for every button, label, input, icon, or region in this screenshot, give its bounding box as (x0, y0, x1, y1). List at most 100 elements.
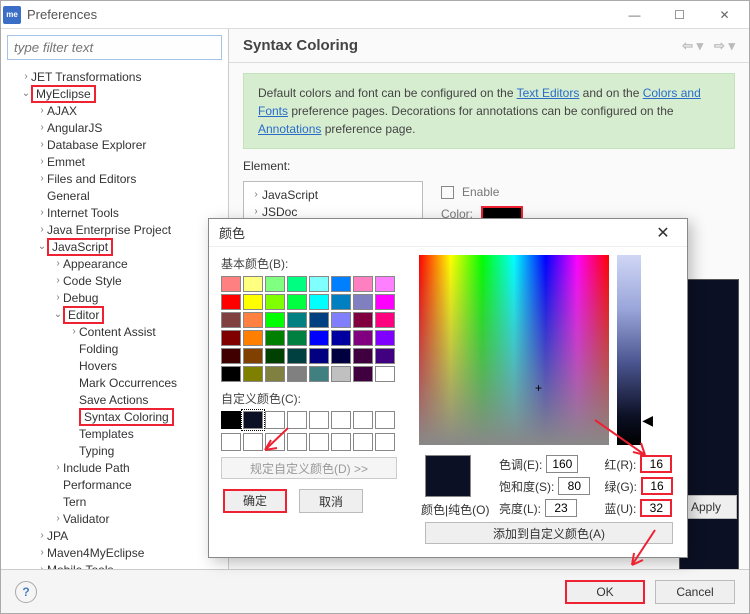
color-swatch-item[interactable] (243, 312, 263, 328)
color-swatch-item[interactable] (221, 276, 241, 292)
preference-tree[interactable]: ›JET Transformations⌄MyEclipse›AJAX›Angu… (1, 66, 228, 569)
hue-input[interactable] (546, 455, 578, 473)
color-swatch-item[interactable] (309, 276, 329, 292)
add-custom-button[interactable]: 添加到自定义颜色(A) (425, 522, 673, 544)
color-swatch-item[interactable] (353, 312, 373, 328)
color-swatch-item[interactable] (375, 312, 395, 328)
color-swatch-item[interactable] (243, 294, 263, 310)
tree-item[interactable]: Typing (5, 442, 228, 459)
custom-colors-row2[interactable] (221, 433, 407, 451)
color-swatch-item[interactable] (221, 294, 241, 310)
color-swatch-item[interactable] (221, 366, 241, 382)
color-dialog-close-icon[interactable]: ✕ (649, 223, 677, 243)
ok-button[interactable]: OK (565, 580, 645, 604)
color-swatch-item[interactable] (265, 330, 285, 346)
tree-item[interactable]: Syntax Coloring (5, 408, 228, 425)
basic-colors-grid[interactable] (221, 276, 407, 382)
color-swatch-item[interactable] (221, 348, 241, 364)
red-input[interactable] (640, 455, 672, 473)
color-swatch-item[interactable] (287, 330, 307, 346)
color-swatch-item[interactable] (287, 366, 307, 382)
color-swatch-item[interactable] (331, 276, 351, 292)
green-input[interactable] (641, 477, 673, 495)
help-icon[interactable]: ? (15, 581, 37, 603)
color-swatch-item[interactable] (265, 312, 285, 328)
link-annotations[interactable]: Annotations (258, 122, 321, 136)
cancel-button[interactable]: Cancel (655, 580, 735, 604)
color-swatch-item[interactable] (331, 366, 351, 382)
color-swatch-item[interactable] (375, 366, 395, 382)
tree-item[interactable]: Tern (5, 493, 228, 510)
tree-item[interactable]: General (5, 187, 228, 204)
tree-item[interactable]: Save Actions (5, 391, 228, 408)
tree-item[interactable]: Performance (5, 476, 228, 493)
element-item[interactable]: ›JavaScript (244, 186, 422, 203)
maximize-icon[interactable]: ☐ (657, 1, 702, 29)
tree-item[interactable]: ⌄MyEclipse (5, 85, 228, 102)
color-picker[interactable]: + (419, 255, 609, 445)
color-swatch-item[interactable] (331, 294, 351, 310)
tree-item[interactable]: ›Validator (5, 510, 228, 527)
tree-item[interactable]: ›Content Assist (5, 323, 228, 340)
tree-item[interactable]: ›AJAX (5, 102, 228, 119)
tree-item[interactable]: ⌄JavaScript (5, 238, 228, 255)
color-swatch-item[interactable] (221, 312, 241, 328)
color-swatch-item[interactable] (287, 294, 307, 310)
tree-item[interactable]: ›Include Path (5, 459, 228, 476)
color-swatch-item[interactable] (309, 312, 329, 328)
lum-input[interactable] (545, 499, 577, 517)
color-swatch-item[interactable] (221, 330, 241, 346)
color-swatch-item[interactable] (243, 330, 263, 346)
tree-item[interactable]: ›Files and Editors (5, 170, 228, 187)
color-swatch-item[interactable] (331, 312, 351, 328)
tree-item[interactable]: ›Emmet (5, 153, 228, 170)
tree-item[interactable]: ›Appearance (5, 255, 228, 272)
custom-swatch-selected[interactable] (243, 411, 263, 429)
color-swatch-item[interactable] (287, 312, 307, 328)
tree-item[interactable]: ›JET Transformations (5, 68, 228, 85)
color-swatch-item[interactable] (375, 348, 395, 364)
tree-item[interactable]: ›Mobile Tools (5, 561, 228, 569)
color-swatch-item[interactable] (353, 348, 373, 364)
tree-item[interactable]: Mark Occurrences (5, 374, 228, 391)
color-swatch-item[interactable] (353, 366, 373, 382)
filter-input[interactable] (7, 35, 222, 60)
color-swatch-item[interactable] (353, 294, 373, 310)
close-icon[interactable]: ✕ (702, 1, 747, 29)
custom-swatch-black[interactable] (221, 411, 241, 429)
tree-item[interactable]: Hovers (5, 357, 228, 374)
color-swatch-item[interactable] (331, 348, 351, 364)
color-swatch-item[interactable] (375, 294, 395, 310)
tree-item[interactable]: Templates (5, 425, 228, 442)
color-swatch-item[interactable] (243, 276, 263, 292)
color-swatch-item[interactable] (287, 276, 307, 292)
tree-item[interactable]: ›Internet Tools (5, 204, 228, 221)
blue-input[interactable] (640, 499, 672, 517)
color-swatch-item[interactable] (265, 348, 285, 364)
luminance-strip[interactable]: ◀ (617, 255, 641, 445)
tree-item[interactable]: ›JPA (5, 527, 228, 544)
color-cancel-button[interactable]: 取消 (299, 489, 363, 513)
tree-item[interactable]: ›Maven4MyEclipse (5, 544, 228, 561)
tree-item[interactable]: ›Java Enterprise Project (5, 221, 228, 238)
color-swatch-item[interactable] (353, 330, 373, 346)
color-swatch-item[interactable] (375, 330, 395, 346)
color-swatch-item[interactable] (243, 366, 263, 382)
tree-item[interactable]: ›AngularJS (5, 119, 228, 136)
nav-arrows[interactable]: ⇦ ▾ ⇨ ▾ (682, 38, 735, 54)
tree-item[interactable]: ⌄Editor (5, 306, 228, 323)
tree-item[interactable]: ›Debug (5, 289, 228, 306)
color-swatch-item[interactable] (265, 294, 285, 310)
color-swatch-item[interactable] (309, 330, 329, 346)
color-swatch-item[interactable] (353, 276, 373, 292)
color-ok-button[interactable]: 确定 (223, 489, 287, 513)
custom-colors-row[interactable] (221, 411, 407, 429)
color-swatch-item[interactable] (287, 348, 307, 364)
tree-item[interactable]: ›Code Style (5, 272, 228, 289)
color-swatch-item[interactable] (309, 348, 329, 364)
tree-item[interactable]: ›Database Explorer (5, 136, 228, 153)
color-swatch-item[interactable] (243, 348, 263, 364)
color-swatch-item[interactable] (265, 366, 285, 382)
color-swatch-item[interactable] (331, 330, 351, 346)
enable-checkbox[interactable] (441, 186, 454, 199)
